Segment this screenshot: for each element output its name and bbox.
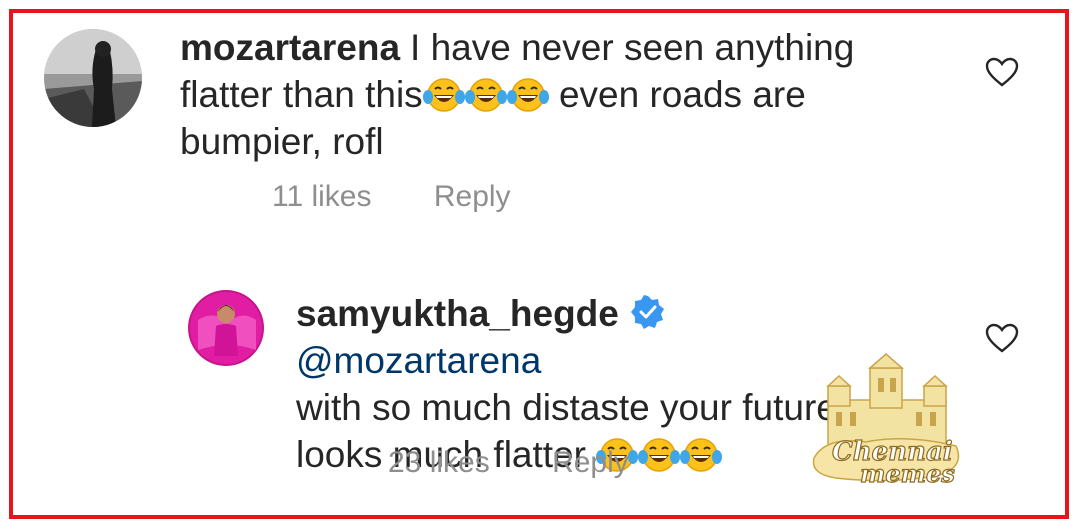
like-heart-icon[interactable] [985, 323, 1019, 353]
comment-text: bumpier, rofl [180, 121, 384, 162]
like-count[interactable]: 11 likes [272, 180, 372, 214]
laughing-tears-emoji-icon [506, 75, 549, 113]
comment-username[interactable]: samyuktha_hegde [296, 293, 619, 334]
comment-text: with so much distaste your future [296, 387, 837, 428]
laughing-tears-emoji-icon [638, 435, 681, 473]
reply-meta: 23 likes Reply [388, 446, 629, 480]
comment-line: bumpier, rofl [180, 118, 940, 165]
avatar-samyuktha-hegde[interactable] [188, 290, 264, 366]
comment-text: even roads are [548, 74, 806, 115]
verified-badge-icon [630, 295, 664, 329]
comment-meta: 11 likes Reply [272, 180, 511, 214]
reply-button[interactable]: Reply [552, 446, 629, 480]
watermark-line2: memes [860, 459, 955, 488]
laughing-tears-emoji-icon [680, 435, 723, 473]
like-count[interactable]: 23 likes [388, 446, 490, 480]
mention-link[interactable]: @mozartarena [296, 340, 541, 381]
laughing-tears-emoji-icon [464, 75, 507, 113]
avatar-mozartarena[interactable] [44, 29, 142, 127]
chennai-memes-logo-icon: Chennai memes [812, 353, 960, 489]
comment-line: flatter than this even roads are [180, 71, 940, 118]
comment-text: flatter than this [180, 74, 423, 115]
comment-line: mozartarena I have never seen anything [180, 24, 940, 71]
reply-button[interactable]: Reply [434, 180, 511, 214]
comment-body: mozartarena I have never seen anything fl… [180, 24, 940, 165]
comment-text: I have never seen anything [410, 27, 855, 68]
chennai-memes-watermark: Chennai memes [806, 350, 966, 490]
laughing-tears-emoji-icon [422, 75, 465, 113]
like-heart-icon[interactable] [985, 57, 1019, 87]
comment-username[interactable]: mozartarena [180, 27, 400, 68]
